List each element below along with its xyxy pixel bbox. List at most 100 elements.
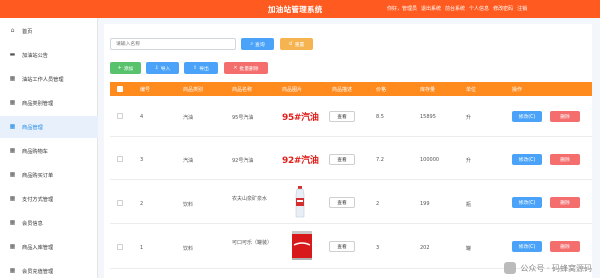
batch-delete-button-label: 批量删除 <box>239 66 259 72</box>
view-description-button[interactable]: 查看 <box>329 241 355 252</box>
cell-id: 3 <box>140 157 144 163</box>
cell-price: 3 <box>376 245 380 251</box>
cell-name: 95号汽油 <box>232 115 254 121</box>
cell-stock: 15895 <box>420 114 436 120</box>
col-description: 商品描述 <box>332 87 353 93</box>
export-icon: ⇧ <box>193 65 198 71</box>
wechat-icon <box>504 262 517 274</box>
sidebar-item-label: 会员充值管理 <box>22 268 54 275</box>
delete-button[interactable]: 删除 <box>550 111 580 122</box>
sidebar-item-label: 商品入库管理 <box>22 244 54 251</box>
sidebar-item-recharge[interactable]: ▦ 会员充值管理 <box>0 260 98 278</box>
col-id: 编号 <box>140 87 151 93</box>
grid-icon: ▦ <box>9 99 16 106</box>
main-content: ⌕查询 ↺重置 +添加 ⇩导入 ⇧导出 ✕批量删除 编号 商品类别 商品名称 商… <box>98 18 600 278</box>
select-all-checkbox[interactable] <box>117 86 123 92</box>
edit-button[interactable]: 修改(C) <box>512 197 542 208</box>
watermark-text: 公众号 · 码蜂窝源码 <box>520 263 592 273</box>
cell-name: 92号汽油 <box>232 158 254 164</box>
cell-unit: 瓶 <box>466 202 472 208</box>
chat-icon: ▬ <box>9 51 16 58</box>
sidebar-item-members[interactable]: ▦ 会员信息 <box>0 212 98 234</box>
profile-link[interactable]: 个人信息 <box>469 6 489 12</box>
edit-button[interactable]: 修改(C) <box>512 111 542 122</box>
sidebar-item-stock-in[interactable]: ▦ 商品入库管理 <box>0 236 98 258</box>
table-row: 4 汽油 95号汽油 95#汽油 查看 8.5 15895 升 修改(C) 删除 <box>110 96 592 137</box>
delete-button[interactable]: 删除 <box>550 197 580 208</box>
row-checkbox[interactable] <box>117 156 123 162</box>
export-button[interactable]: ⇧ 导出 <box>184 62 218 74</box>
search-button[interactable]: ⌕ 查询 <box>241 38 274 50</box>
col-category: 商品类别 <box>183 87 204 93</box>
add-button-label: 添加 <box>123 66 134 72</box>
signout-link[interactable]: 注销 <box>517 6 527 12</box>
product-image: 92#汽油 <box>282 156 319 166</box>
logout-link[interactable]: 退出系统 <box>421 6 441 12</box>
sidebar-item-home[interactable]: ⌂ 首页 <box>0 20 98 42</box>
grid-icon: ▦ <box>9 243 16 250</box>
trash-icon: ✕ <box>233 65 238 71</box>
cell-stock: 202 <box>420 245 430 251</box>
import-button-label: 导入 <box>160 66 171 72</box>
cell-unit: 罐 <box>466 246 472 252</box>
sidebar-item-products[interactable]: ▦ 商品管理 <box>0 116 98 138</box>
cell-category: 汽油 <box>183 158 194 164</box>
cell-id: 2 <box>140 201 144 207</box>
row-checkbox[interactable] <box>117 200 123 206</box>
search-icon: ⌕ <box>250 42 254 47</box>
sidebar-item-label: 商品管理 <box>22 124 43 131</box>
search-button-label: 查询 <box>255 42 265 48</box>
row-checkbox[interactable] <box>117 113 123 119</box>
cell-stock: 100000 <box>420 157 440 163</box>
sidebar-item-payment[interactable]: ▦ 支付方式管理 <box>0 188 98 210</box>
reset-button[interactable]: ↺ 重置 <box>280 38 313 50</box>
cell-price: 8.5 <box>376 114 384 120</box>
sidebar-item-cart[interactable]: ▦ 商品购物车 <box>0 140 98 162</box>
sidebar-item-orders[interactable]: ▦ 商品购买订单 <box>0 164 98 186</box>
reset-button-label: 重置 <box>294 42 305 48</box>
view-description-button[interactable]: 查看 <box>329 154 355 165</box>
grid-icon: ▦ <box>9 123 16 130</box>
edit-button[interactable]: 修改(C) <box>512 241 542 252</box>
cell-price: 2 <box>376 201 380 207</box>
plus-icon: + <box>117 65 122 71</box>
edit-button[interactable]: 修改(C) <box>512 154 542 165</box>
change-password-link[interactable]: 修改密码 <box>493 6 513 12</box>
sidebar-item-label: 支付方式管理 <box>22 196 54 203</box>
home-icon: ⌂ <box>10 27 15 34</box>
import-button[interactable]: ⇩ 导入 <box>146 62 179 74</box>
sidebar-item-category[interactable]: ▦ 商品类别管理 <box>0 92 98 114</box>
cell-unit: 升 <box>466 115 472 121</box>
sidebar-item-label: 商品购物车 <box>22 148 48 155</box>
grid-icon: ▦ <box>9 147 16 154</box>
greeting: 你好，管理员 <box>387 6 418 12</box>
content-panel: ⌕查询 ↺重置 +添加 ⇩导入 ⇧导出 ✕批量删除 编号 商品类别 商品名称 商… <box>104 24 592 278</box>
sidebar-item-label: 商品购买订单 <box>22 172 54 179</box>
delete-button[interactable]: 删除 <box>550 241 580 252</box>
search-input[interactable] <box>110 38 236 50</box>
cell-id: 4 <box>140 114 144 120</box>
export-button-label: 导出 <box>199 66 209 72</box>
sidebar-item-label: 首页 <box>22 28 33 35</box>
sidebar-item-notice[interactable]: ▬ 加油站公告 <box>0 44 98 66</box>
sidebar: ⌂ 首页 ▬ 加油站公告 ▦ 油站工作人员管理 ▦ 商品类别管理 ▦ 商品管理 ▦ 商品购物… <box>0 18 98 278</box>
col-unit: 单位 <box>466 87 477 93</box>
grid-icon: ▦ <box>9 219 16 226</box>
cell-price: 7.2 <box>376 157 384 163</box>
col-stock: 库存量 <box>420 87 436 93</box>
top-header: 加油站管理系统 你好，管理员 退出系统 前台系统 个人信息 修改密码 注销 <box>0 0 600 18</box>
delete-button[interactable]: 删除 <box>550 154 580 165</box>
product-image: 95#汽油 <box>282 113 319 123</box>
view-description-button[interactable]: 查看 <box>329 197 355 208</box>
grid-icon: ▦ <box>9 171 16 178</box>
cell-name: 农夫山泉矿泉水 <box>232 196 268 202</box>
view-description-button[interactable]: 查看 <box>329 111 355 122</box>
watermark: 公众号 · 码蜂窝源码 <box>504 262 592 274</box>
grid-icon: ▦ <box>9 267 16 274</box>
batch-delete-button[interactable]: ✕ 批量删除 <box>224 62 268 74</box>
sidebar-item-staff[interactable]: ▦ 油站工作人员管理 <box>0 68 98 90</box>
cola-can-image <box>292 231 312 260</box>
add-button[interactable]: + 添加 <box>110 62 141 74</box>
row-checkbox[interactable] <box>117 244 123 250</box>
front-site-link[interactable]: 前台系统 <box>445 6 465 12</box>
